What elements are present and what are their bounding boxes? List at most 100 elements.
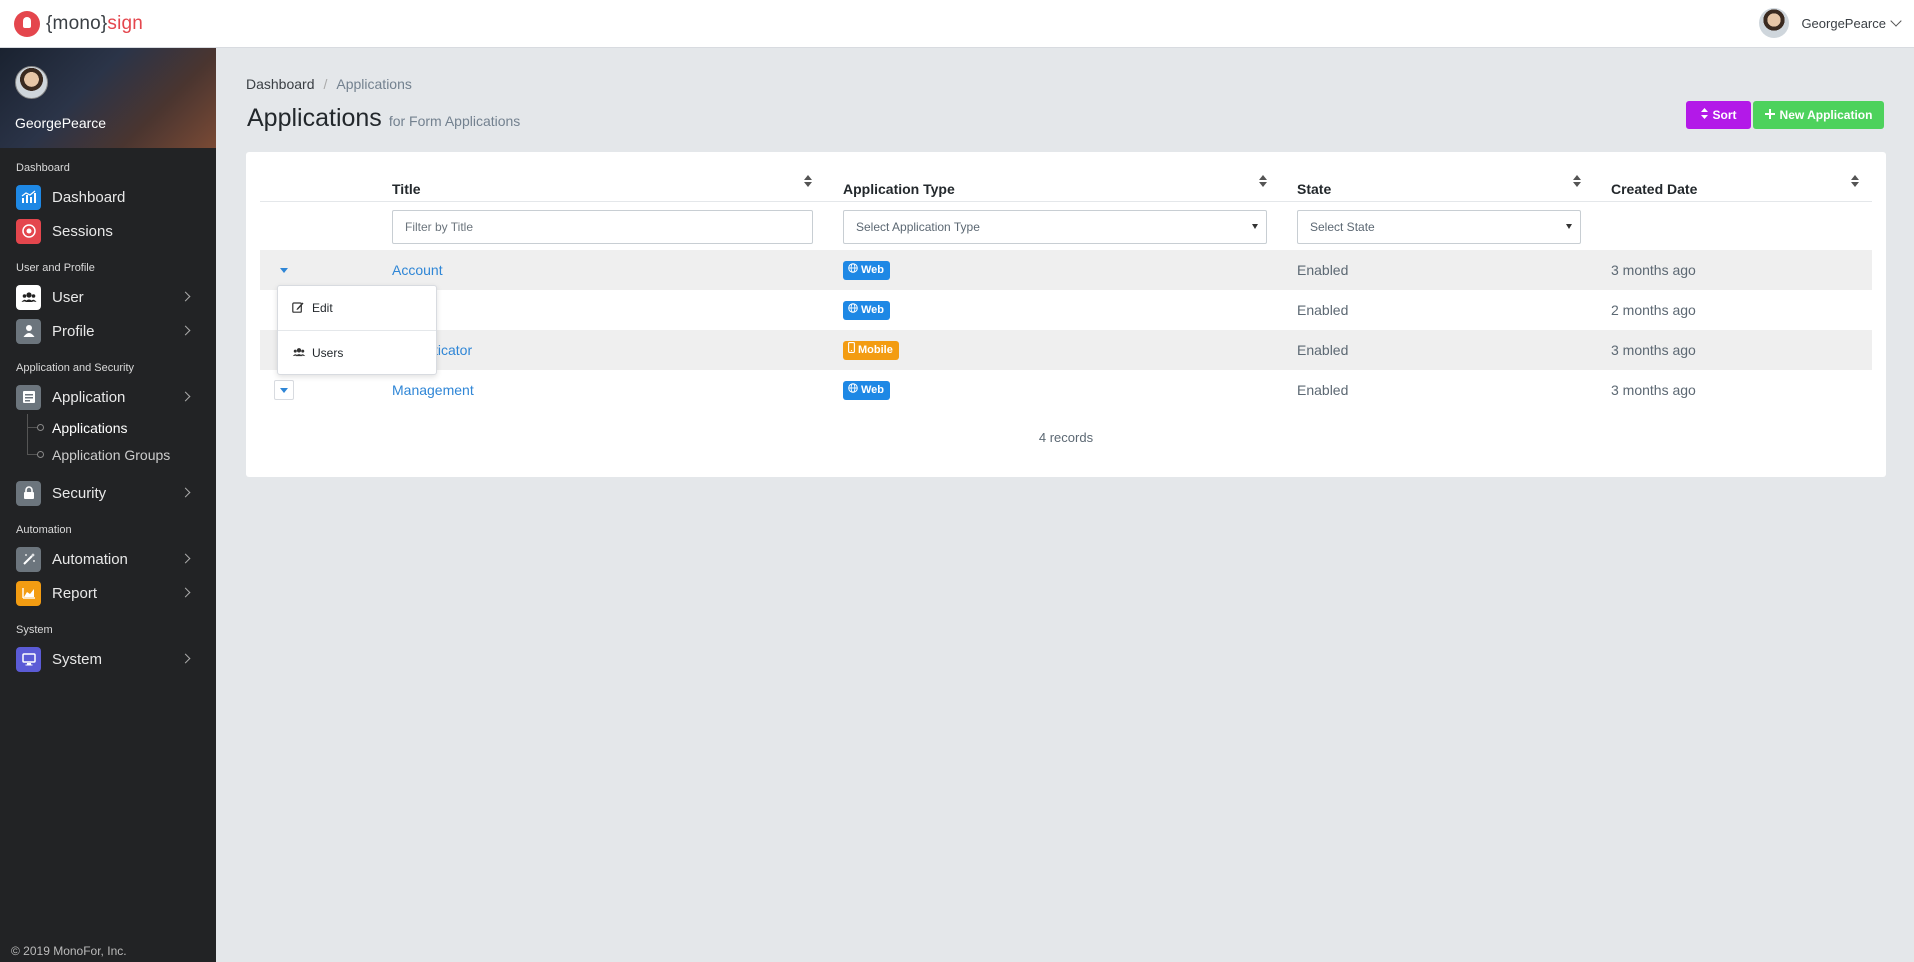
chevron-right-icon xyxy=(180,391,191,402)
breadcrumb-current: Applications xyxy=(336,76,412,92)
sidebar-item-automation[interactable]: Automation xyxy=(0,542,216,576)
sidebar-item-label: Profile xyxy=(52,322,95,340)
page-subtitle: for Form Applications xyxy=(388,113,521,129)
breadcrumb-home-link[interactable]: Dashboard xyxy=(246,76,315,92)
chevron-right-icon xyxy=(180,291,191,302)
sidebar-section-title: Application and Security xyxy=(16,362,135,374)
chevron-right-icon xyxy=(180,653,191,664)
globe-icon xyxy=(848,261,858,280)
page-title: Applications for Form Applications xyxy=(247,104,520,133)
row-actions-toggle[interactable] xyxy=(274,380,294,400)
sidebar-item-label: Security xyxy=(52,484,107,502)
row-state: Enabled xyxy=(1297,342,1349,358)
sidebar-subitem-label: Applications xyxy=(52,419,128,436)
sidebar-item-dashboard[interactable]: Dashboard xyxy=(0,180,216,214)
users-menu-item[interactable]: Users xyxy=(278,330,436,374)
new-application-label: New Application xyxy=(1779,108,1873,122)
column-header-application-type[interactable]: Application Type xyxy=(843,176,955,202)
monitor-icon xyxy=(16,646,41,672)
users-icon xyxy=(292,346,308,360)
chevron-down-icon xyxy=(1890,15,1902,27)
breadcrumb: Dashboard / Applications xyxy=(246,76,412,92)
sidebar-item-system[interactable]: System xyxy=(0,642,216,676)
breadcrumb-separator: / xyxy=(323,76,328,92)
avatar xyxy=(15,66,48,99)
globe-icon xyxy=(848,381,858,400)
sidebar-item-profile[interactable]: Profile xyxy=(0,314,216,348)
sidebar-item-label: Sessions xyxy=(52,222,113,240)
records-count: 4 records xyxy=(1038,430,1094,445)
sidebar-item-application[interactable]: Application xyxy=(0,380,216,414)
user-menu[interactable]: GeorgePearce xyxy=(1759,8,1902,38)
chevron-down-icon xyxy=(1566,224,1572,229)
users-menu-label: Users xyxy=(312,345,344,360)
row-created-date: 3 months ago xyxy=(1611,382,1696,398)
column-header-state[interactable]: State xyxy=(1297,176,1331,202)
new-application-button[interactable]: New Application xyxy=(1753,101,1884,129)
edit-menu-label: Edit xyxy=(312,301,333,315)
row-created-date: 3 months ago xyxy=(1611,342,1696,358)
circle-icon xyxy=(37,451,44,458)
sidebar: GeorgePearce Dashboard Dashboard Session… xyxy=(0,48,216,962)
title-filter-input[interactable] xyxy=(392,210,813,244)
sidebar-item-security[interactable]: Security xyxy=(0,476,216,510)
logo-suffix: sign xyxy=(107,13,144,34)
edit-menu-item[interactable]: Edit xyxy=(278,286,436,330)
row-created-date: 2 months ago xyxy=(1611,302,1696,318)
sidebar-section-title: User and Profile xyxy=(16,262,95,274)
logo-prefix: {mono} xyxy=(46,13,108,34)
table-row: Account Web Enabled 3 months ago xyxy=(260,250,1872,290)
badge-label: Web xyxy=(861,304,885,316)
row-actions-dropdown: Edit Users xyxy=(277,285,437,375)
sort-toggle-icon[interactable] xyxy=(803,174,813,188)
column-header-created-date[interactable]: Created Date xyxy=(1611,176,1697,202)
sort-toggle-icon[interactable] xyxy=(1258,174,1268,188)
badge-label: Mobile xyxy=(858,344,893,356)
sort-button-label: Sort xyxy=(1712,108,1737,122)
application-type-select[interactable]: Select Application Type xyxy=(843,210,1267,244)
sidebar-item-user[interactable]: User xyxy=(0,280,216,314)
column-header-title[interactable]: Title xyxy=(392,176,421,202)
row-title-link[interactable]: Account xyxy=(392,250,443,290)
chart-icon xyxy=(16,184,41,210)
person-icon xyxy=(16,318,41,344)
top-navbar: {mono}sign GeorgePearce xyxy=(0,0,1914,48)
badge-label: Web xyxy=(861,384,885,396)
circle-icon xyxy=(37,424,44,431)
sort-button[interactable]: Sort xyxy=(1686,101,1751,129)
sidebar-subitem-applications[interactable]: Applications xyxy=(0,414,216,441)
tree-branch xyxy=(27,427,37,428)
sidebar-item-report[interactable]: Report xyxy=(0,576,216,610)
row-actions-toggle[interactable] xyxy=(274,260,294,280)
record-icon xyxy=(16,218,41,244)
sort-toggle-icon[interactable] xyxy=(1572,174,1582,188)
applications-table-card: Title Application Type State Created Dat… xyxy=(246,152,1886,477)
bar-chart-icon xyxy=(16,580,41,606)
state-select[interactable]: Select State xyxy=(1297,210,1581,244)
chevron-right-icon xyxy=(180,587,191,598)
badge-label: Web xyxy=(861,264,885,276)
magic-wand-icon xyxy=(16,546,41,572)
application-type-badge: Mobile xyxy=(843,341,899,360)
application-type-select-value: Select Application Type xyxy=(856,220,980,234)
users-icon xyxy=(16,284,41,310)
sidebar-profile-name: GeorgePearce xyxy=(15,115,107,131)
logo-text: {mono}sign xyxy=(46,13,143,35)
row-title-link[interactable]: Management xyxy=(392,370,474,410)
header-divider xyxy=(260,201,1872,202)
sidebar-profile: GeorgePearce xyxy=(0,48,216,148)
edit-icon xyxy=(292,301,308,316)
mobile-phone-icon xyxy=(848,341,855,360)
row-created-date: 3 months ago xyxy=(1611,262,1696,278)
app-logo[interactable]: {mono}sign xyxy=(14,11,143,37)
sidebar-subitem-application-groups[interactable]: Application Groups xyxy=(0,441,216,468)
row-state: Enabled xyxy=(1297,382,1349,398)
row-state: Enabled xyxy=(1297,302,1349,318)
sidebar-section-title: System xyxy=(16,624,53,636)
sidebar-item-label: System xyxy=(52,650,103,668)
page-title-text: Applications xyxy=(247,104,382,132)
sort-toggle-icon[interactable] xyxy=(1850,174,1860,188)
logo-mark-icon xyxy=(14,11,40,37)
sidebar-item-label: Report xyxy=(52,584,98,602)
sidebar-item-sessions[interactable]: Sessions xyxy=(0,214,216,248)
